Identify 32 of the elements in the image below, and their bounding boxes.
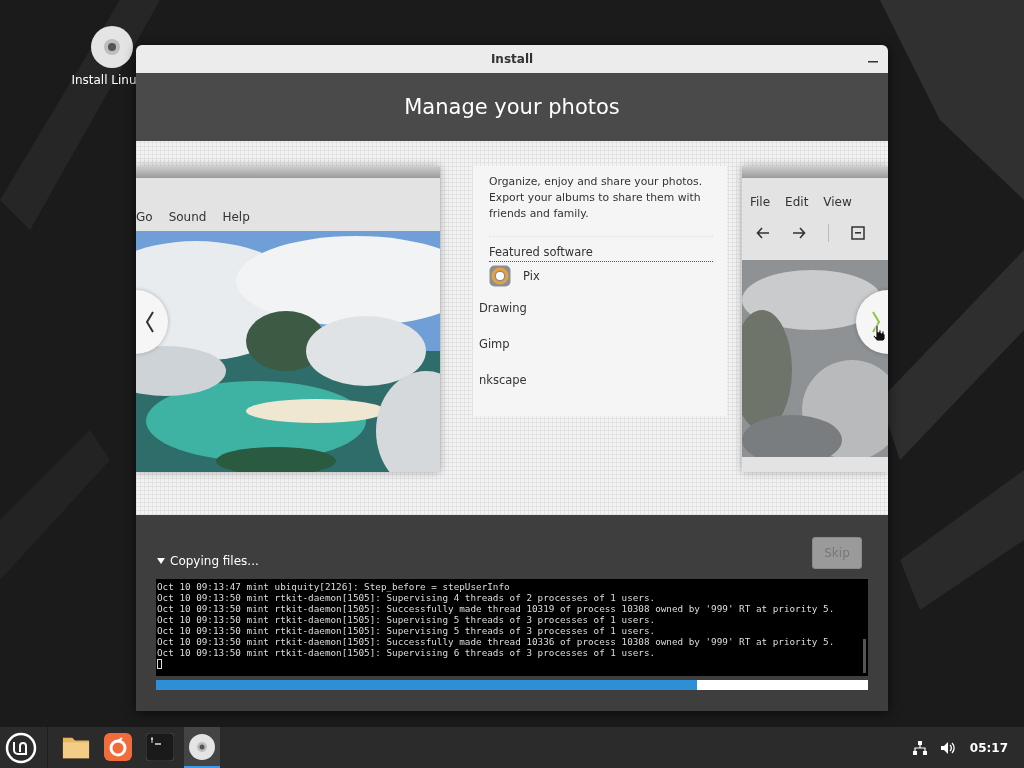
menu-icon[interactable] (5, 731, 37, 764)
software-name: Gimp (479, 337, 510, 351)
disc-icon (188, 732, 216, 761)
description-text: Organize, enjoy and share your photos. Export your albums to share them with friends and family. (489, 174, 713, 237)
terminal-icon (146, 732, 174, 761)
log-line: Oct 10 09:13:47 mint ubiquity[2126]: Step_before = stepUserInfo (157, 581, 511, 592)
chevron-left-icon (144, 310, 156, 334)
app-icon (489, 265, 511, 287)
log-line: Oct 10 09:13:50 mint rtkit-daemon[1505]: Supervising 4 threads of 2 processes of 1 users. (157, 592, 657, 603)
log-line: Oct 10 09:13:50 mint rtkit-daemon[1505]: Supervising 6 threads of 3 processes of 1 users. (157, 647, 657, 658)
network-icon[interactable] (911, 739, 928, 756)
software-name: Pix (523, 269, 540, 283)
text-cursor (157, 659, 162, 669)
back-arrow-icon (756, 226, 770, 240)
log-line: Oct 10 09:13:50 mint rtkit-daemon[1505]: Successfully made thread 10336 of process 10308 owned by '999' RT at priority 5. (157, 636, 836, 647)
clock[interactable]: 05:17 (969, 740, 1008, 755)
slide-heading: Manage your photos (404, 95, 620, 119)
log-line: Oct 10 09:13:50 mint rtkit-daemon[1505]: Supervising 5 threads of 3 processes of 1 users. (157, 625, 657, 636)
disc-icon[interactable] (90, 25, 134, 69)
window-title: Install (490, 52, 534, 66)
chevron-right-icon (870, 310, 882, 334)
fox-icon (104, 732, 132, 761)
section-heading: Featured software (489, 245, 713, 262)
window-icon (851, 226, 865, 240)
log-line: Oct 10 09:13:50 mint rtkit-daemon[1505]: Supervising 5 threads of 3 processes of 1 users. (157, 614, 657, 625)
desktop-icon-label[interactable]: Install Linu (71, 73, 137, 87)
taskbar-app[interactable] (184, 727, 220, 768)
software-name: Drawing (479, 301, 527, 315)
hand-cursor-icon (872, 324, 886, 342)
forward-arrow-icon (792, 226, 806, 240)
log-line: Oct 10 09:13:50 mint rtkit-daemon[1505]: Successfully made thread 10319 of process 10308 owned by '999' RT at priority 5. (157, 603, 836, 614)
software-name: nkscape (479, 373, 527, 387)
